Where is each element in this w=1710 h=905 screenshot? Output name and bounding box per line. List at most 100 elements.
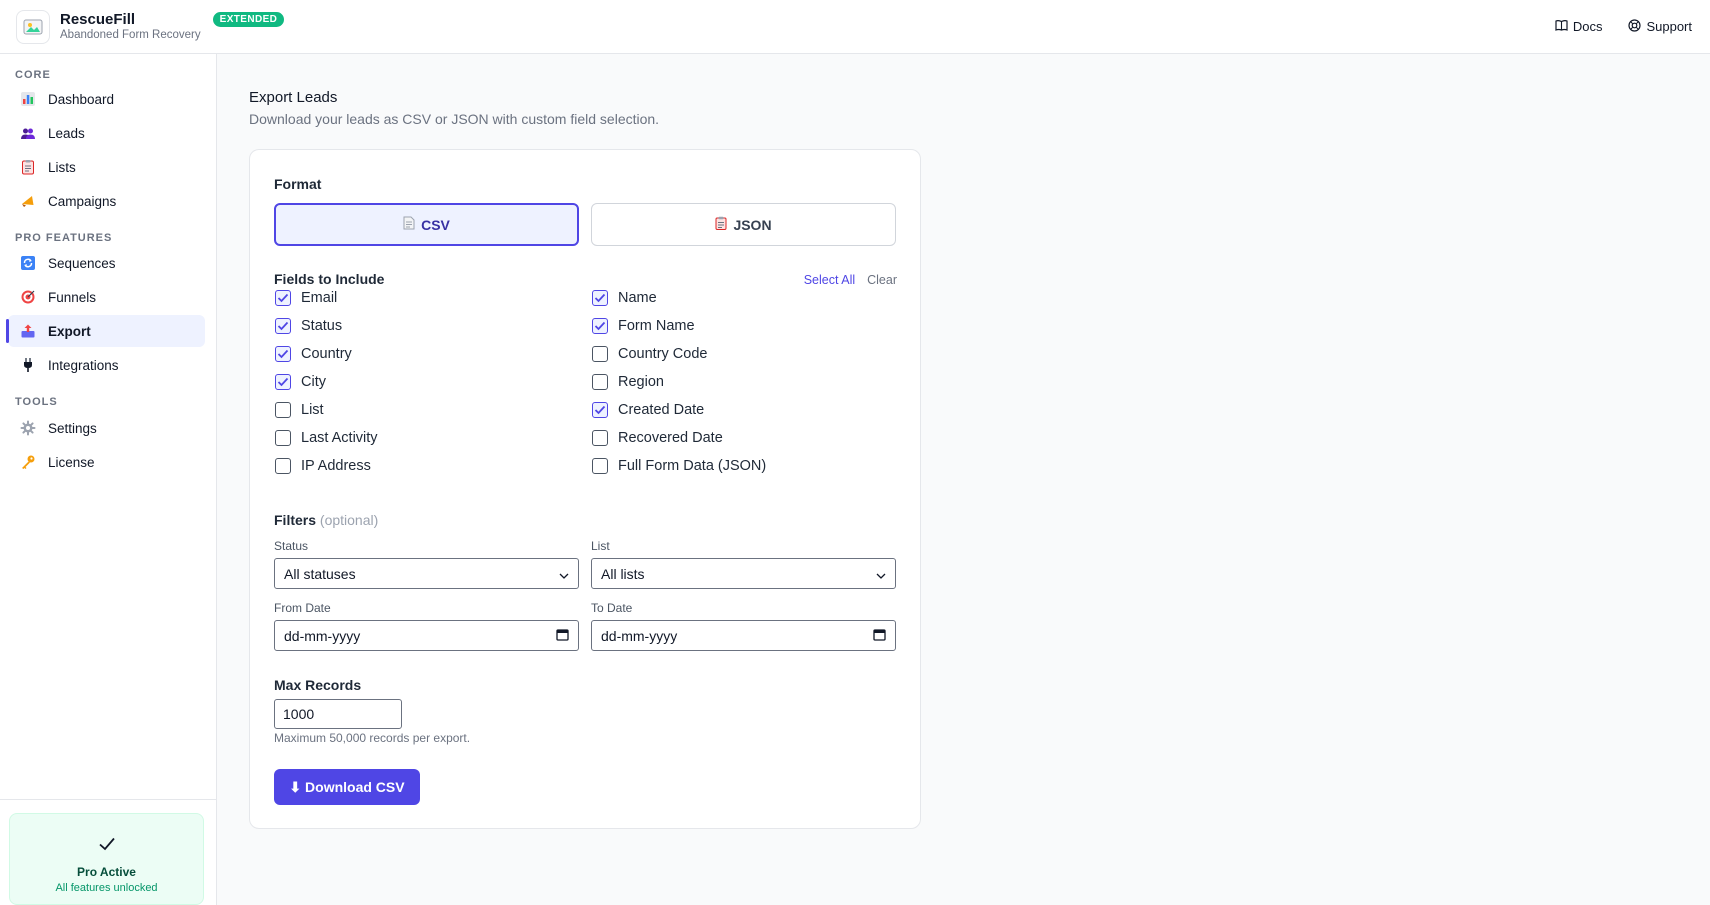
field-city[interactable]: City: [275, 374, 326, 390]
field-country-code[interactable]: Country Code: [592, 346, 707, 362]
app-subtitle: Abandoned Form Recovery: [60, 28, 201, 41]
checkbox[interactable]: [592, 346, 608, 362]
to-date-label: To Date: [591, 601, 633, 615]
max-records-help: Maximum 50,000 records per export.: [274, 731, 471, 745]
field-created-date[interactable]: Created Date: [592, 402, 704, 418]
field-country[interactable]: Country: [275, 346, 352, 362]
to-date-placeholder: dd-mm-yyyy: [601, 627, 678, 644]
field-name[interactable]: Name: [592, 290, 657, 306]
download-csv-button[interactable]: ⬇ Download CSV: [274, 769, 420, 805]
sidebar-item-settings[interactable]: Settings: [8, 412, 205, 444]
page-subtitle: Download your leads as CSV or JSON with …: [249, 111, 660, 127]
sidebar-item-label: Settings: [48, 420, 97, 436]
field-label: Region: [618, 374, 664, 390]
checkbox[interactable]: [275, 318, 291, 334]
sidebar-item-integrations[interactable]: Integrations: [8, 349, 205, 381]
max-records-label: Max Records: [274, 677, 362, 693]
section-tools: TOOLS: [15, 396, 58, 408]
checkbox[interactable]: [592, 402, 608, 418]
calendar-icon[interactable]: [873, 628, 886, 644]
refresh-icon: [20, 255, 36, 271]
checkbox[interactable]: [275, 374, 291, 390]
chevron-down-icon: [559, 566, 569, 582]
clipboard-icon: [715, 216, 727, 233]
app-name: RescueFill: [60, 11, 136, 29]
status-select[interactable]: All statuses: [274, 558, 579, 589]
from-date-input[interactable]: dd-mm-yyyy: [274, 620, 579, 651]
sidebar-item-label: Leads: [48, 125, 85, 141]
filters-optional: (optional): [319, 512, 379, 528]
support-link[interactable]: Support: [1628, 18, 1692, 35]
sidebar-item-sequences[interactable]: Sequences: [8, 247, 205, 279]
sidebar-item-license[interactable]: License: [8, 446, 205, 478]
sidebar-item-dashboard[interactable]: Dashboard: [8, 83, 205, 115]
checkbox[interactable]: [275, 402, 291, 418]
field-label: List: [301, 402, 324, 418]
select-all-link[interactable]: Select All: [804, 273, 855, 287]
sidebar-item-leads[interactable]: Leads: [8, 117, 205, 149]
field-last-activity[interactable]: Last Activity: [275, 430, 378, 446]
field-label: Country Code: [618, 346, 708, 362]
page-title: Export Leads: [249, 89, 338, 106]
format-json-button[interactable]: JSON: [591, 203, 896, 246]
pro-status-card: Pro Active All features unlocked: [9, 813, 204, 905]
field-status[interactable]: Status: [275, 318, 342, 334]
sidebar-divider: [0, 799, 217, 800]
field-full-form-data[interactable]: Full Form Data (JSON): [592, 458, 766, 474]
checkbox[interactable]: [592, 290, 608, 306]
sidebar-item-label: Funnels: [48, 289, 97, 305]
sidebar-item-export[interactable]: Export: [6, 315, 205, 347]
sidebar-item-label: Integrations: [48, 357, 119, 373]
checkbox[interactable]: [275, 346, 291, 362]
checkbox[interactable]: [592, 374, 608, 390]
field-label: Email: [301, 290, 338, 306]
field-form-name[interactable]: Form Name: [592, 318, 695, 334]
sidebar-item-label: Export: [48, 323, 91, 339]
field-region[interactable]: Region: [592, 374, 664, 390]
status-select-value: All statuses: [284, 565, 356, 582]
checkbox[interactable]: [275, 458, 291, 474]
section-pro-features: PRO FEATURES: [15, 232, 113, 244]
clipboard-icon: [20, 159, 36, 175]
docs-label: Docs: [1572, 19, 1603, 34]
max-records-input[interactable]: [274, 699, 402, 729]
field-recovered-date[interactable]: Recovered Date: [592, 430, 723, 446]
field-list[interactable]: List: [275, 402, 324, 418]
status-filter-label: Status: [274, 539, 309, 553]
field-label: IP Address: [301, 458, 371, 474]
document-icon: [403, 216, 415, 233]
field-email[interactable]: Email: [275, 290, 337, 306]
pro-status-title: Pro Active: [77, 865, 136, 879]
format-csv-button[interactable]: CSV: [274, 203, 579, 246]
list-filter-label: List: [591, 539, 610, 553]
checkbox[interactable]: [592, 430, 608, 446]
checkbox[interactable]: [275, 290, 291, 306]
checkbox[interactable]: [275, 430, 291, 446]
sidebar-item-lists[interactable]: Lists: [8, 151, 205, 183]
calendar-icon[interactable]: [556, 628, 569, 644]
fields-label: Fields to Include: [274, 271, 385, 287]
brand: RescueFill Abandoned Form Recovery: [60, 11, 201, 41]
list-select[interactable]: All lists: [591, 558, 896, 589]
book-icon: [1555, 19, 1568, 34]
from-date-placeholder: dd-mm-yyyy: [284, 627, 361, 644]
sidebar-item-campaigns[interactable]: Campaigns: [8, 185, 205, 217]
target-icon: [20, 289, 36, 305]
clear-link[interactable]: Clear: [867, 273, 897, 287]
field-ip-address[interactable]: IP Address: [275, 458, 371, 474]
to-date-input[interactable]: dd-mm-yyyy: [591, 620, 896, 651]
checkbox[interactable]: [592, 318, 608, 334]
docs-link[interactable]: Docs: [1555, 19, 1603, 35]
checkbox[interactable]: [592, 458, 608, 474]
field-label: Country: [301, 346, 352, 362]
support-label: Support: [1646, 19, 1692, 34]
from-date-label: From Date: [274, 601, 331, 615]
checkmark-icon: [10, 836, 203, 857]
users-icon: [20, 125, 36, 141]
sidebar-item-label: Lists: [48, 159, 76, 175]
sidebar-item-label: Dashboard: [48, 91, 115, 107]
image-icon: [16, 9, 50, 44]
section-core: CORE: [15, 69, 51, 81]
sidebar-item-funnels[interactable]: Funnels: [8, 281, 205, 313]
field-label: Created Date: [618, 402, 705, 418]
